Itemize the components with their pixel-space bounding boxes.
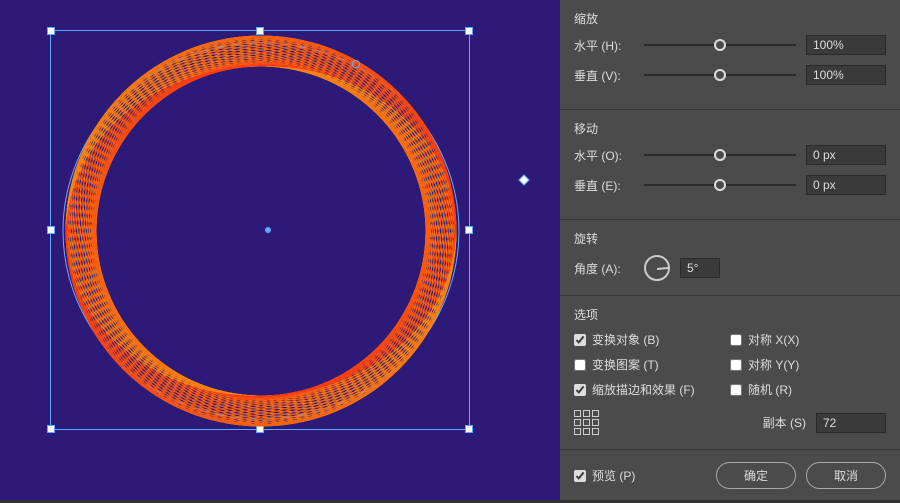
scale-v-label: 垂直 (V):: [574, 67, 634, 84]
scale-h-label: 水平 (H):: [574, 37, 634, 54]
transform-pattern-checkbox[interactable]: 变换图案 (T): [574, 356, 730, 373]
reflect-y-checkbox[interactable]: 对称 Y(Y): [730, 356, 886, 373]
center-point: [265, 227, 271, 233]
scale-strokes-checkbox[interactable]: 缩放描边和效果 (F): [574, 381, 730, 398]
rotation-indicator: [352, 60, 360, 68]
scale-v-input[interactable]: [806, 65, 886, 85]
scale-h-input[interactable]: [806, 35, 886, 55]
reflect-x-checkbox[interactable]: 对称 X(X): [730, 331, 886, 348]
scale-h-slider[interactable]: [644, 44, 796, 46]
options-section-title: 选项: [574, 306, 886, 323]
move-v-input[interactable]: [806, 175, 886, 195]
scale-v-slider[interactable]: [644, 74, 796, 76]
transform-object-checkbox[interactable]: 变换对象 (B): [574, 331, 730, 348]
rotate-section-title: 旋转: [574, 230, 886, 247]
move-h-input[interactable]: [806, 145, 886, 165]
preview-checkbox[interactable]: 预览 (P): [574, 467, 635, 484]
random-checkbox[interactable]: 随机 (R): [730, 381, 886, 398]
cancel-button[interactable]: 取消: [806, 462, 886, 489]
copies-input[interactable]: [816, 413, 886, 433]
move-section-title: 移动: [574, 120, 886, 137]
transform-each-panel: 缩放 水平 (H): 垂直 (V): 移动 水平 (O): 垂直 (E): 旋转…: [560, 0, 900, 500]
spirograph-artwork: [51, 31, 471, 431]
move-v-label: 垂直 (E):: [574, 177, 634, 194]
move-h-label: 水平 (O):: [574, 147, 634, 164]
copies-label: 副本 (S): [763, 414, 806, 431]
angle-label: 角度 (A):: [574, 260, 634, 277]
reference-point-grid[interactable]: [574, 410, 599, 435]
canvas-artboard[interactable]: [0, 0, 560, 500]
move-h-slider[interactable]: [644, 154, 796, 156]
move-v-slider[interactable]: [644, 184, 796, 186]
angle-input[interactable]: [680, 258, 720, 278]
ok-button[interactable]: 确定: [716, 462, 796, 489]
scale-section-title: 缩放: [574, 10, 886, 27]
anchor-point[interactable]: [518, 174, 529, 185]
selection-bounding-box[interactable]: [50, 30, 470, 430]
angle-dial[interactable]: [644, 255, 670, 281]
